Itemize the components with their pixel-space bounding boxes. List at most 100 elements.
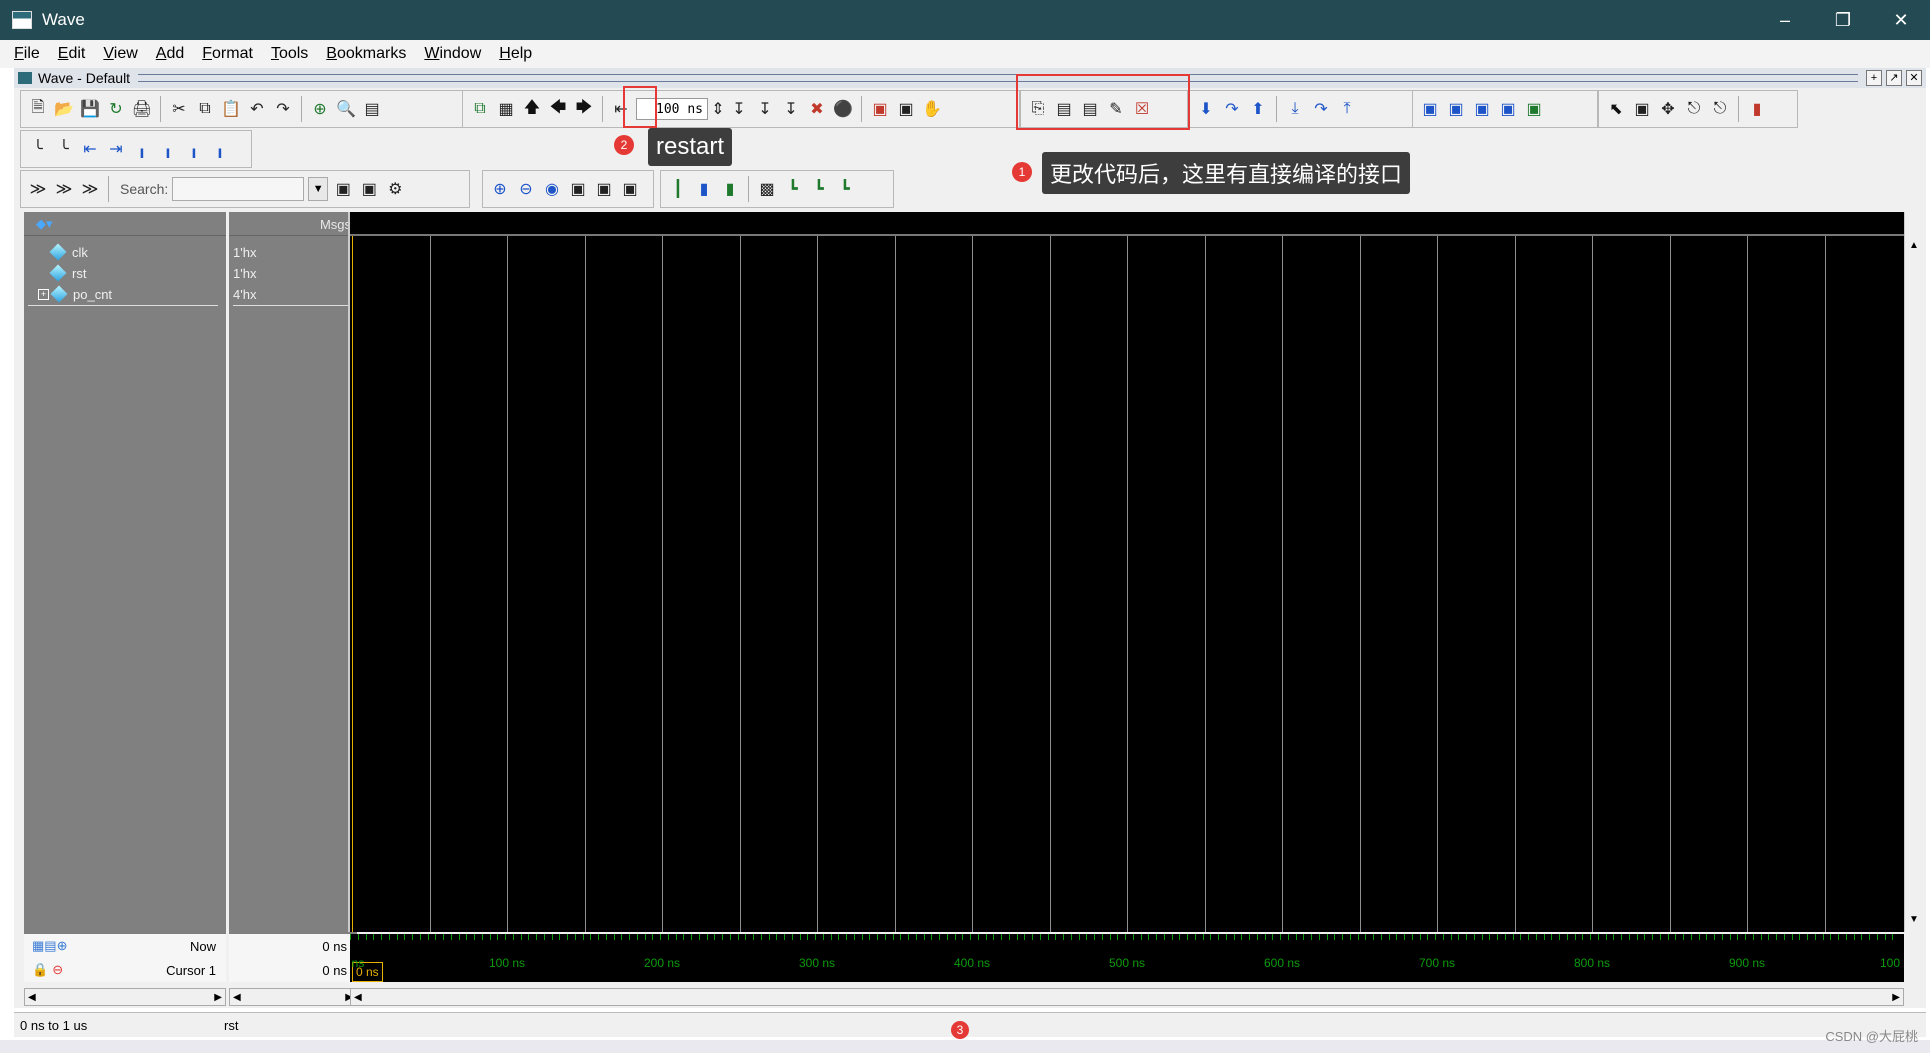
- run-all-icon[interactable]: ↧: [780, 98, 802, 120]
- pan-mode-icon[interactable]: ✥: [1657, 98, 1679, 120]
- find-edge-prev-icon[interactable]: ╻: [183, 138, 205, 160]
- search-input[interactable]: [172, 177, 305, 201]
- back-arrow-icon[interactable]: 🡄: [547, 98, 569, 120]
- signal-value-pane[interactable]: Msgs 1'hx 1'hx 4'hx: [229, 212, 357, 952]
- search-next-icon[interactable]: ▣: [358, 178, 380, 200]
- find-icon[interactable]: 🔍: [335, 98, 357, 120]
- run-icon[interactable]: ↧: [728, 98, 750, 120]
- wave-logic-icon[interactable]: ▮: [693, 178, 715, 200]
- zoom-between-cursors-icon[interactable]: ▣: [593, 178, 615, 200]
- find-edge-next-icon[interactable]: ╻: [209, 138, 231, 160]
- scroll-left-icon[interactable]: ◀: [233, 992, 241, 1003]
- signal-row-clk[interactable]: clk: [49, 242, 88, 262]
- env-refresh-icon[interactable]: ▣: [1523, 98, 1545, 120]
- insert-cursor-icon[interactable]: ╰: [27, 138, 49, 160]
- paste-icon[interactable]: 📋: [220, 98, 242, 120]
- signal-row-po-cnt[interactable]: + po_cnt: [38, 284, 112, 304]
- name-pane-hscroll[interactable]: ◀ ▶: [24, 988, 226, 1006]
- zoom-last-icon[interactable]: ▣: [619, 178, 641, 200]
- cursor-lock-icon[interactable]: 🔒: [32, 962, 48, 978]
- prev-edge-icon[interactable]: ⇤: [79, 138, 101, 160]
- scroll-left-icon[interactable]: ◀: [28, 992, 36, 1003]
- save-icon[interactable]: 💾: [79, 98, 101, 120]
- delete-cursor-icon[interactable]: ╰: [53, 138, 75, 160]
- waveform-area[interactable]: [348, 212, 1906, 932]
- collapse-icon[interactable]: ≫: [53, 178, 75, 200]
- step-over-icon[interactable]: ↷: [1221, 98, 1243, 120]
- signal-row-rst[interactable]: rst: [49, 263, 86, 283]
- scroll-right-icon[interactable]: ▶: [214, 992, 222, 1003]
- stop-icon[interactable]: ⚫: [832, 98, 854, 120]
- reload-icon[interactable]: ↻: [105, 98, 127, 120]
- cursor-mode-icon[interactable]: ⎋: [1709, 98, 1731, 120]
- step-over-dropdown-icon[interactable]: ↷: [1310, 98, 1332, 120]
- now-row-icons[interactable]: ▦▤⊕: [32, 938, 67, 954]
- zoom-out-icon[interactable]: ⊖: [515, 178, 537, 200]
- step-into-icon[interactable]: ⤓: [1284, 98, 1306, 120]
- undock-button[interactable]: ↗: [1886, 70, 1902, 86]
- search-prev-icon[interactable]: ▣: [332, 178, 354, 200]
- performance-analyzer-icon[interactable]: ▣: [869, 98, 891, 120]
- expand-icon[interactable]: ≫: [27, 178, 49, 200]
- wave-event-icon[interactable]: ▮: [719, 178, 741, 200]
- cursor-line[interactable]: [352, 236, 353, 932]
- menu-window[interactable]: Window: [424, 45, 481, 63]
- scroll-up-icon[interactable]: ▲: [1905, 240, 1923, 256]
- value-pane-hscroll[interactable]: ◀▶: [229, 988, 357, 1006]
- time-ruler[interactable]: 0 ns ns 100 ns 200 ns 300 ns 400 ns 500 ns 600…: [350, 934, 1904, 982]
- zoom-mode-icon[interactable]: ▣: [1631, 98, 1653, 120]
- menu-bookmarks[interactable]: Bookmarks: [326, 45, 406, 63]
- compare-icon[interactable]: ⧉: [469, 98, 491, 120]
- continue-run-icon[interactable]: ↧: [754, 98, 776, 120]
- env-list-icon[interactable]: ▣: [1497, 98, 1519, 120]
- undo-icon[interactable]: ↶: [246, 98, 268, 120]
- expand-all-icon[interactable]: ≫: [79, 178, 101, 200]
- env-up-icon[interactable]: ▣: [1419, 98, 1441, 120]
- wave-hscroll[interactable]: ◀ ▶: [350, 988, 1904, 1006]
- cut-icon[interactable]: ✂: [168, 98, 190, 120]
- title-grip[interactable]: [138, 74, 1858, 82]
- print-icon[interactable]: 🖨: [131, 98, 153, 120]
- break-icon[interactable]: ✖: [806, 98, 828, 120]
- wave-literal-icon[interactable]: ┃: [667, 178, 689, 200]
- scroll-down-icon[interactable]: ▼: [1905, 914, 1923, 930]
- next-edge-icon[interactable]: ⇥: [105, 138, 127, 160]
- copy-icon[interactable]: ⧉: [194, 98, 216, 120]
- wave-step-icon[interactable]: ┗: [808, 178, 830, 200]
- select-mode-icon[interactable]: ⬉: [1605, 98, 1627, 120]
- menu-edit[interactable]: Edit: [58, 45, 86, 63]
- up-arrow-icon[interactable]: 🡅: [521, 98, 543, 120]
- scroll-right-icon[interactable]: ▶: [1892, 992, 1900, 1003]
- memory-profile-icon[interactable]: ▣: [895, 98, 917, 120]
- format-list-icon[interactable]: ▤: [361, 98, 383, 120]
- stop-wave-drawing-icon[interactable]: ▮: [1746, 98, 1768, 120]
- env-down-icon[interactable]: ▣: [1445, 98, 1467, 120]
- menu-file[interactable]: File: [14, 45, 40, 63]
- zoom-in-icon[interactable]: ⊕: [489, 178, 511, 200]
- add-icon[interactable]: ⊕: [309, 98, 331, 120]
- step-return-icon[interactable]: ⤒: [1336, 98, 1358, 120]
- env-top-icon[interactable]: ▣: [1471, 98, 1493, 120]
- new-file-icon[interactable]: 🗎: [27, 98, 49, 120]
- subwindow-close-button[interactable]: ✕: [1906, 70, 1922, 86]
- open-folder-icon[interactable]: 📂: [53, 98, 75, 120]
- step-icon[interactable]: ⬇: [1195, 98, 1217, 120]
- wave-transition-icon[interactable]: ┗: [834, 178, 856, 200]
- signal-name-pane[interactable]: ◆▾ clk rst + po_cnt: [24, 212, 226, 952]
- wave-edge-icon[interactable]: ┗: [782, 178, 804, 200]
- hand-icon[interactable]: ✋: [921, 98, 943, 120]
- falling-edge-icon[interactable]: ╻: [131, 138, 153, 160]
- step-out-icon[interactable]: ⬆: [1247, 98, 1269, 120]
- menu-help[interactable]: Help: [499, 45, 532, 63]
- restore-button[interactable]: ❐: [1814, 0, 1872, 40]
- zoom-cursor-icon[interactable]: ▣: [567, 178, 589, 200]
- close-button[interactable]: ✕: [1872, 0, 1930, 40]
- edit-mode-icon[interactable]: ⎋: [1683, 98, 1705, 120]
- delete-cursor-small-icon[interactable]: ⊖: [52, 962, 63, 978]
- search-options-icon[interactable]: ⚙: [384, 178, 406, 200]
- expand-signal-icon[interactable]: +: [38, 288, 49, 300]
- run-length-spinner[interactable]: ⇕: [711, 98, 724, 120]
- zoom-full-icon[interactable]: ◉: [541, 178, 563, 200]
- minimize-button[interactable]: –: [1756, 0, 1814, 40]
- signal-group-icon[interactable]: ◆▾: [36, 216, 53, 232]
